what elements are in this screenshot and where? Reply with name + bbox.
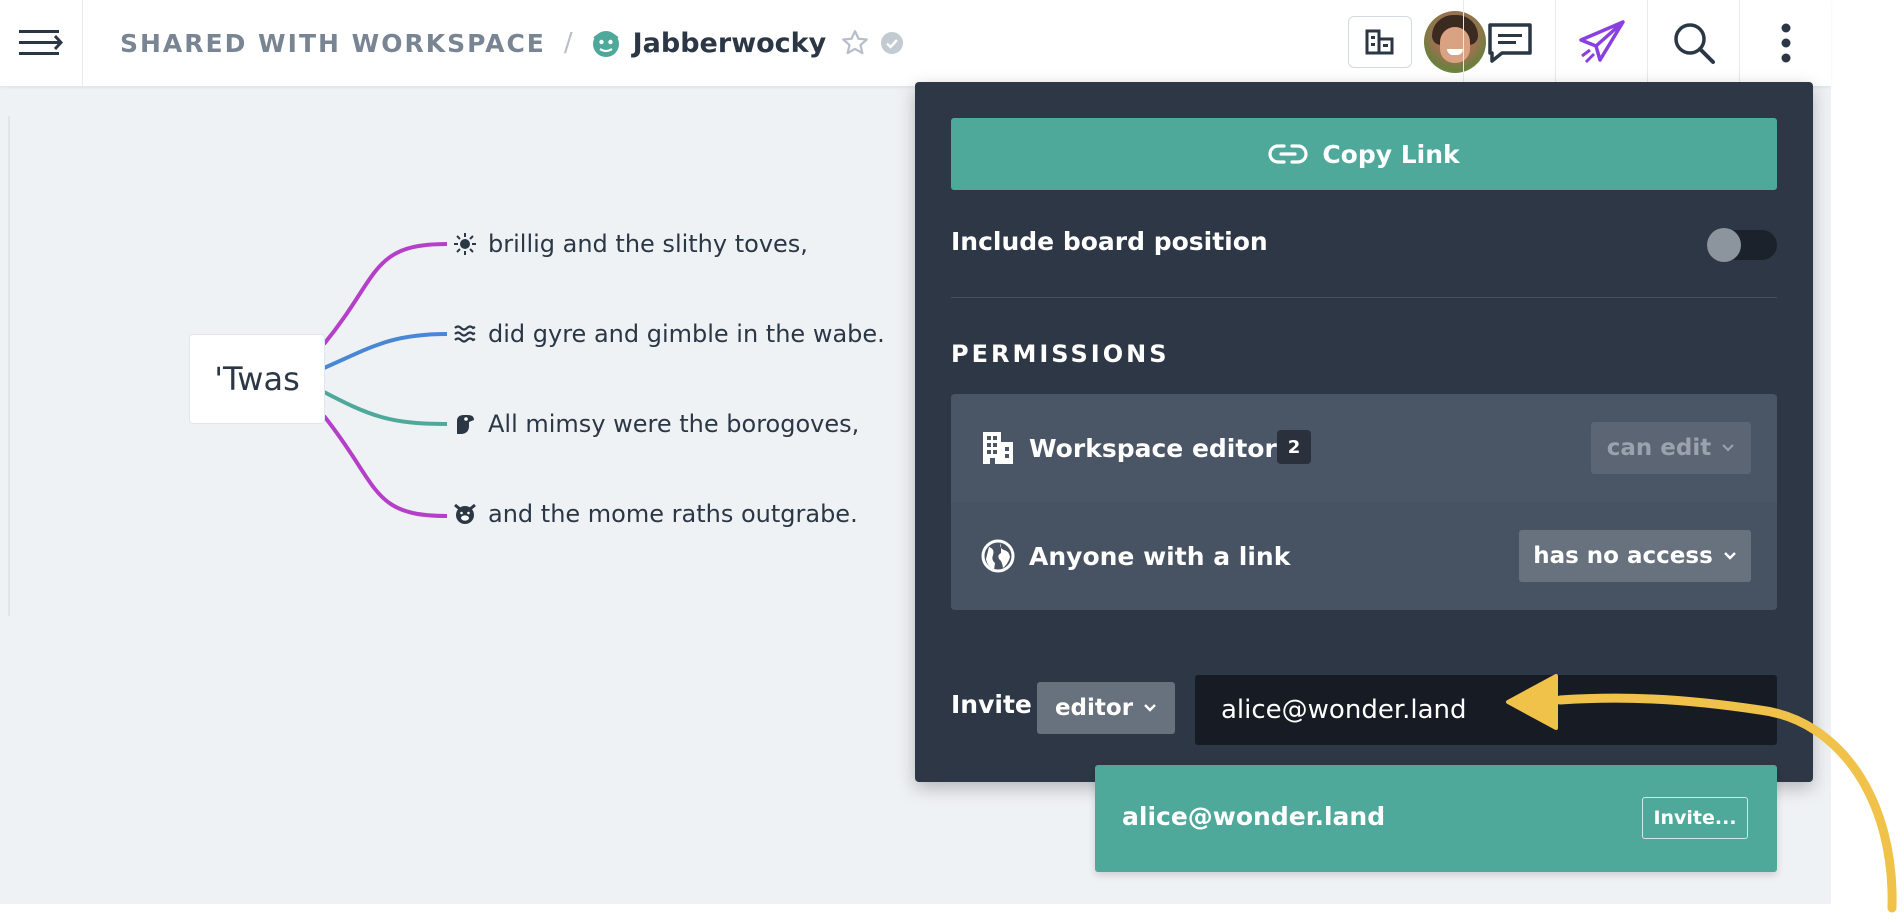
- member-count-badge: 2: [1277, 430, 1311, 464]
- comments-button[interactable]: [1463, 0, 1555, 86]
- breadcrumb-separator: /: [563, 28, 573, 58]
- breadcrumb-root[interactable]: SHARED WITH WORKSPACE: [120, 29, 546, 58]
- chevron-down-icon: [1722, 444, 1734, 452]
- more-options-button[interactable]: [1739, 0, 1831, 86]
- chevron-down-icon: [1144, 704, 1156, 712]
- access-value: can edit: [1606, 435, 1712, 461]
- copy-link-label: Copy Link: [1322, 139, 1460, 169]
- mindmap-branch-2[interactable]: did gyre and gimble in the wabe.: [454, 314, 885, 354]
- menu-icon: [19, 30, 63, 55]
- permissions-heading: PERMISSIONS: [951, 340, 1170, 368]
- connector-1: [322, 242, 448, 346]
- share-button[interactable]: [1555, 0, 1647, 86]
- connector-2: [323, 332, 448, 370]
- share-panel: Copy Link Include board position PERMISS…: [915, 82, 1813, 782]
- chevron-down-icon: [1723, 552, 1736, 560]
- sun-icon: [454, 233, 476, 255]
- breadcrumb: SHARED WITH WORKSPACE / Jabberwocky: [120, 0, 904, 86]
- invite-suggestion[interactable]: alice@wonder.land Invite...: [1095, 765, 1777, 872]
- search-button[interactable]: [1647, 0, 1739, 86]
- mindmap-branch-3[interactable]: All mimsy were the borogoves,: [454, 404, 859, 444]
- connector-3: [323, 390, 448, 426]
- board-title[interactable]: Jabberwocky: [633, 28, 827, 59]
- copy-link-button[interactable]: Copy Link: [951, 118, 1777, 190]
- mindmap-connectors: [322, 242, 448, 518]
- workspace-button[interactable]: [1348, 16, 1412, 68]
- verified-check-icon: [881, 32, 904, 54]
- pig-face-icon: [454, 503, 476, 525]
- search-icon: [1673, 23, 1715, 64]
- waves-icon: [454, 324, 476, 344]
- star-icon[interactable]: [840, 28, 870, 58]
- globe-icon: [981, 539, 1015, 573]
- divider: [951, 297, 1777, 298]
- invite-label: Invite: [951, 690, 1032, 719]
- link-access-dropdown[interactable]: has no access: [1519, 530, 1751, 582]
- building-icon: [983, 432, 1013, 464]
- workspace-access-dropdown[interactable]: can edit: [1591, 422, 1751, 474]
- include-board-position-toggle[interactable]: [1707, 228, 1777, 262]
- role-value: editor: [1054, 695, 1134, 721]
- paper-plane-icon: [1578, 20, 1625, 64]
- suggested-email: alice@wonder.land: [1122, 802, 1386, 831]
- mindmap-branch-1[interactable]: brillig and the slithy toves,: [454, 224, 808, 264]
- access-value: has no access: [1533, 543, 1713, 569]
- workspace-building-icon: [1365, 29, 1394, 55]
- top-bar: SHARED WITH WORKSPACE / Jabberwocky: [0, 0, 1831, 87]
- include-board-position-label: Include board position: [951, 227, 1268, 256]
- branch-text: and the mome raths outgrabe.: [488, 500, 858, 528]
- bird-icon: [454, 413, 476, 435]
- branch-text: did gyre and gimble in the wabe.: [488, 320, 885, 348]
- chat-icon: [1487, 23, 1532, 63]
- permission-row-workspace: Workspace editors 2 can edit: [951, 394, 1777, 503]
- troll-face-icon: [592, 31, 619, 57]
- more-vertical-icon: [1781, 23, 1790, 63]
- permission-label: Anyone with a link: [1029, 541, 1291, 571]
- menu-button[interactable]: [0, 0, 83, 86]
- branch-text: All mimsy were the borogoves,: [488, 410, 860, 438]
- mindmap-root-node[interactable]: 'Twas: [189, 334, 325, 424]
- permissions-list: Workspace editors 2 can edit Anyone with…: [951, 394, 1777, 610]
- connector-4: [322, 414, 448, 518]
- link-icon: [1268, 144, 1308, 164]
- invite-role-dropdown[interactable]: editor: [1037, 682, 1175, 734]
- mindmap-branch-4[interactable]: and the mome raths outgrabe.: [454, 494, 858, 534]
- permission-label: Workspace editors: [1029, 433, 1292, 463]
- invite-email-input[interactable]: [1195, 675, 1777, 745]
- permission-row-link: Anyone with a link has no access: [951, 502, 1777, 610]
- invite-button[interactable]: Invite...: [1642, 797, 1748, 839]
- branch-text: brillig and the slithy toves,: [488, 230, 808, 258]
